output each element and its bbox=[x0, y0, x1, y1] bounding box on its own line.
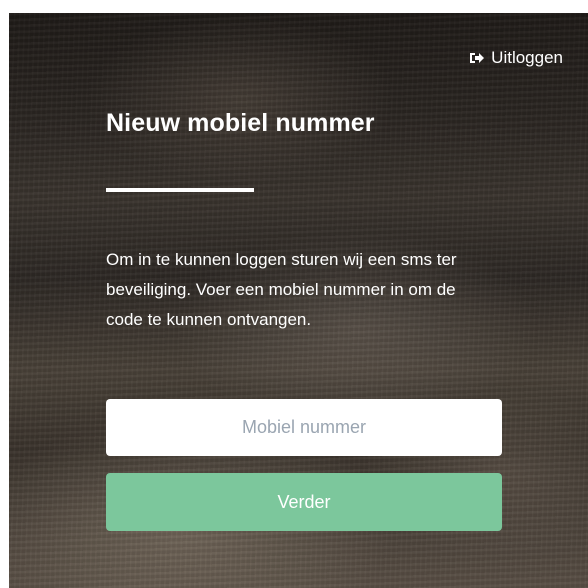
mobile-number-input[interactable] bbox=[106, 399, 502, 456]
login-panel: Uitloggen Nieuw mobiel nummer Om in te k… bbox=[9, 13, 588, 588]
page-title: Nieuw mobiel nummer bbox=[106, 109, 375, 137]
description-text: Om in te kunnen loggen sturen wij een sm… bbox=[106, 250, 457, 329]
sign-out-icon bbox=[469, 51, 485, 65]
logout-label: Uitloggen bbox=[491, 48, 563, 67]
next-button[interactable]: Verder bbox=[106, 473, 502, 531]
title-underline bbox=[106, 188, 254, 192]
logout-link[interactable]: Uitloggen bbox=[469, 48, 563, 68]
